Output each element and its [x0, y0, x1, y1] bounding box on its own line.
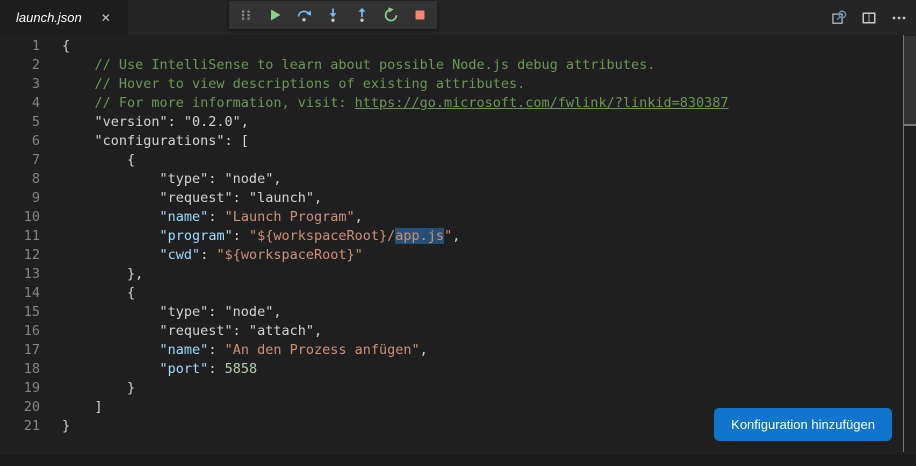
line-number[interactable]: 19 [0, 379, 40, 398]
step-into-icon[interactable] [325, 7, 341, 23]
code-text: "configurations": [ [62, 133, 249, 149]
code-text: "version": "0.2.0", [62, 114, 249, 130]
code-line[interactable]: 19 } [0, 379, 916, 398]
code-line[interactable]: 15 "type": "node", [0, 303, 916, 322]
code-text: ] [62, 399, 103, 415]
line-number[interactable]: 6 [0, 132, 40, 151]
code-text: "type": "node", [62, 171, 282, 187]
code-text: "cwd": "${workspaceRoot}" [159, 247, 363, 263]
bottom-strip [0, 455, 916, 466]
line-number[interactable]: 21 [0, 417, 40, 436]
code-text: { [62, 285, 136, 301]
code-text: "port": 5858 [159, 361, 258, 377]
line-number[interactable]: 8 [0, 170, 40, 189]
debug-toolbar [229, 1, 437, 29]
code-text: "name": "An den Prozess anfügen", [159, 342, 428, 358]
line-number[interactable]: 14 [0, 284, 40, 303]
code-line[interactable]: 3 // Hover to view descriptions of exist… [0, 75, 916, 94]
code-text: "name": "Launch Program", [159, 209, 363, 225]
line-number[interactable]: 20 [0, 398, 40, 417]
code-line[interactable]: 6 "configurations": [ [0, 132, 916, 151]
line-number[interactable]: 1 [0, 37, 40, 56]
code-text: "type": "node", [62, 304, 282, 320]
code-text: "request": "attach", [62, 323, 323, 339]
step-over-icon[interactable] [296, 7, 312, 23]
more-actions-icon[interactable] [888, 7, 910, 29]
code-line[interactable]: 10 "name": "Launch Program", [0, 208, 916, 227]
line-number[interactable]: 4 [0, 94, 40, 113]
line-number[interactable]: 18 [0, 360, 40, 379]
code-text: } [62, 380, 136, 396]
code-line[interactable]: 13 }, [0, 265, 916, 284]
line-number[interactable]: 2 [0, 56, 40, 75]
line-number[interactable]: 11 [0, 227, 40, 246]
code-line[interactable]: 11 "program": "${workspaceRoot}/app.js", [0, 227, 916, 246]
code-line[interactable]: 14 { [0, 284, 916, 303]
line-number[interactable]: 5 [0, 113, 40, 132]
code-lines: 1{2 // Use IntelliSense to learn about p… [0, 35, 916, 436]
line-number[interactable]: 7 [0, 151, 40, 170]
editor-actions [828, 0, 910, 35]
code-text: // For more information, visit: https://… [62, 95, 729, 111]
line-number[interactable]: 10 [0, 208, 40, 227]
code-text: "request": "launch", [62, 190, 323, 206]
line-number[interactable]: 17 [0, 341, 40, 360]
line-number[interactable]: 13 [0, 265, 40, 284]
scrollbar-thumb[interactable] [904, 36, 916, 126]
step-out-icon[interactable] [354, 7, 370, 23]
code-text: } [62, 418, 71, 434]
code-line[interactable]: 4 // For more information, visit: https:… [0, 94, 916, 113]
line-number[interactable]: 12 [0, 246, 40, 265]
search-editor-icon[interactable] [828, 7, 850, 29]
code-line[interactable]: 8 "type": "node", [0, 170, 916, 189]
code-text: // Hover to view descriptions of existin… [62, 76, 526, 92]
tab-label: launch.json [16, 10, 82, 25]
restart-icon[interactable] [383, 7, 399, 23]
code-line[interactable]: 12 "cwd": "${workspaceRoot}" [0, 246, 916, 265]
line-number[interactable]: 3 [0, 75, 40, 94]
code-line[interactable]: 5 "version": "0.2.0", [0, 113, 916, 132]
code-line[interactable]: 18 "port": 5858 [0, 360, 916, 379]
line-number[interactable]: 16 [0, 322, 40, 341]
code-text: { [62, 152, 136, 168]
add-configuration-button[interactable]: Konfiguration hinzufügen [714, 408, 892, 441]
code-line[interactable]: 9 "request": "launch", [0, 189, 916, 208]
continue-icon[interactable] [267, 7, 283, 23]
code-line[interactable]: 16 "request": "attach", [0, 322, 916, 341]
tab-launch-json[interactable]: launch.json ✕ [0, 0, 128, 35]
stop-icon[interactable] [412, 7, 428, 23]
code-text: { [62, 38, 71, 54]
code-line[interactable]: 17 "name": "An den Prozess anfügen", [0, 341, 916, 360]
code-text: }, [62, 266, 144, 282]
editor-pane[interactable]: 1{2 // Use IntelliSense to learn about p… [0, 35, 916, 466]
code-line[interactable]: 2 // Use IntelliSense to learn about pos… [0, 56, 916, 75]
code-text: // Use IntelliSense to learn about possi… [62, 57, 656, 73]
tab-bar: launch.json ✕ [0, 0, 916, 35]
scrollbar-track[interactable] [903, 35, 916, 452]
line-number[interactable]: 15 [0, 303, 40, 322]
code-line[interactable]: 1{ [0, 37, 916, 56]
code-line[interactable]: 7 { [0, 151, 916, 170]
gripper-icon[interactable] [238, 7, 254, 23]
close-icon[interactable]: ✕ [98, 10, 114, 26]
code-text: "program": "${workspaceRoot}/app.js", [159, 228, 461, 244]
split-editor-icon[interactable] [858, 7, 880, 29]
line-number[interactable]: 9 [0, 189, 40, 208]
